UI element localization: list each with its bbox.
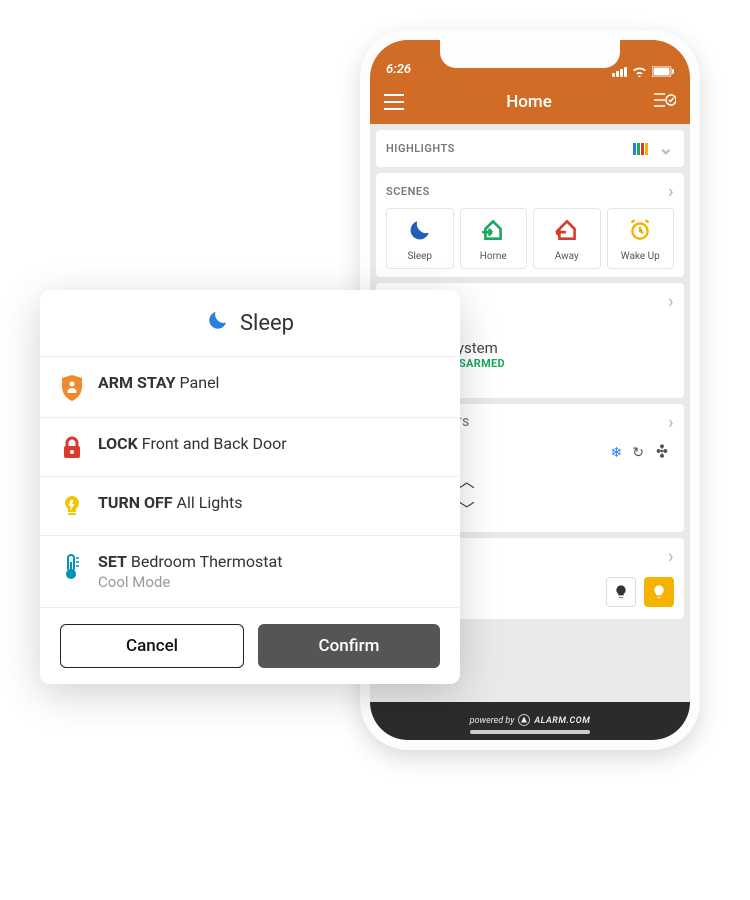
action-subtext: Cool Mode: [98, 573, 282, 591]
shield-person-icon: [60, 373, 84, 401]
wifi-icon: [632, 66, 647, 77]
cancel-button[interactable]: Cancel: [60, 624, 244, 668]
action-lock: LOCK Front and Back Door: [40, 418, 460, 477]
alarm-logo-icon: [518, 714, 530, 729]
modal-title-row: Sleep: [40, 290, 460, 357]
fan-icon[interactable]: [654, 443, 670, 463]
moon-icon: [206, 308, 230, 338]
alarm-clock-icon: [627, 217, 653, 247]
nav-title: Home: [506, 92, 552, 112]
chevron-right-icon[interactable]: ›: [668, 546, 674, 567]
highlights-label: HIGHLIGHTS: [386, 142, 455, 155]
home-out-icon: [554, 217, 580, 247]
home-indicator[interactable]: [470, 730, 590, 734]
chevron-down-icon[interactable]: ⌄: [658, 138, 674, 159]
temp-down-button[interactable]: ﹀: [459, 496, 475, 520]
highlights-card[interactable]: HIGHLIGHTS ⌄: [376, 130, 684, 167]
light-off-button[interactable]: [606, 577, 636, 607]
scenes-card: SCENES › Sleep Home: [376, 173, 684, 277]
action-lights-off: TURN OFF All Lights: [40, 477, 460, 536]
signal-icon: [612, 67, 627, 77]
chevron-right-icon[interactable]: ›: [668, 181, 674, 202]
status-time: 6:26: [386, 62, 411, 77]
highlights-colors-icon: [633, 143, 648, 155]
lock-icon: [60, 434, 84, 460]
modal-title: Sleep: [240, 311, 294, 336]
scene-confirm-modal: Sleep ARM STAY Panel LOCK Front and Back…: [40, 290, 460, 684]
schedule-icon[interactable]: [654, 92, 676, 113]
moon-icon: [407, 217, 433, 247]
home-in-icon: [480, 217, 506, 247]
footer-brand: ALARM.COM: [534, 716, 590, 726]
snowflake-icon[interactable]: ❄: [611, 445, 623, 461]
bulb-icon: [60, 493, 84, 519]
action-arm-stay: ARM STAY Panel: [40, 357, 460, 418]
scene-wakeup[interactable]: Wake Up: [607, 208, 675, 269]
battery-icon: [652, 66, 674, 77]
scene-sleep[interactable]: Sleep: [386, 208, 454, 269]
chevron-right-icon[interactable]: ›: [668, 291, 674, 312]
chevron-right-icon[interactable]: ›: [668, 412, 674, 433]
nav-bar: Home: [370, 80, 690, 124]
scene-away[interactable]: Away: [533, 208, 601, 269]
scene-home[interactable]: Home: [460, 208, 528, 269]
schedule-mode-icon[interactable]: ↻: [632, 445, 644, 461]
scenes-label: SCENES: [386, 185, 430, 198]
temp-up-button[interactable]: ︿: [459, 468, 475, 492]
footer-text: powered by: [470, 716, 515, 726]
thermometer-icon: [60, 552, 84, 580]
menu-icon[interactable]: [384, 94, 404, 110]
confirm-button[interactable]: Confirm: [258, 624, 440, 668]
footer-bar: powered by ALARM.COM: [370, 702, 690, 740]
phone-notch: [440, 40, 620, 68]
action-thermostat: SET Bedroom Thermostat Cool Mode: [40, 536, 460, 608]
light-on-button[interactable]: [644, 577, 674, 607]
